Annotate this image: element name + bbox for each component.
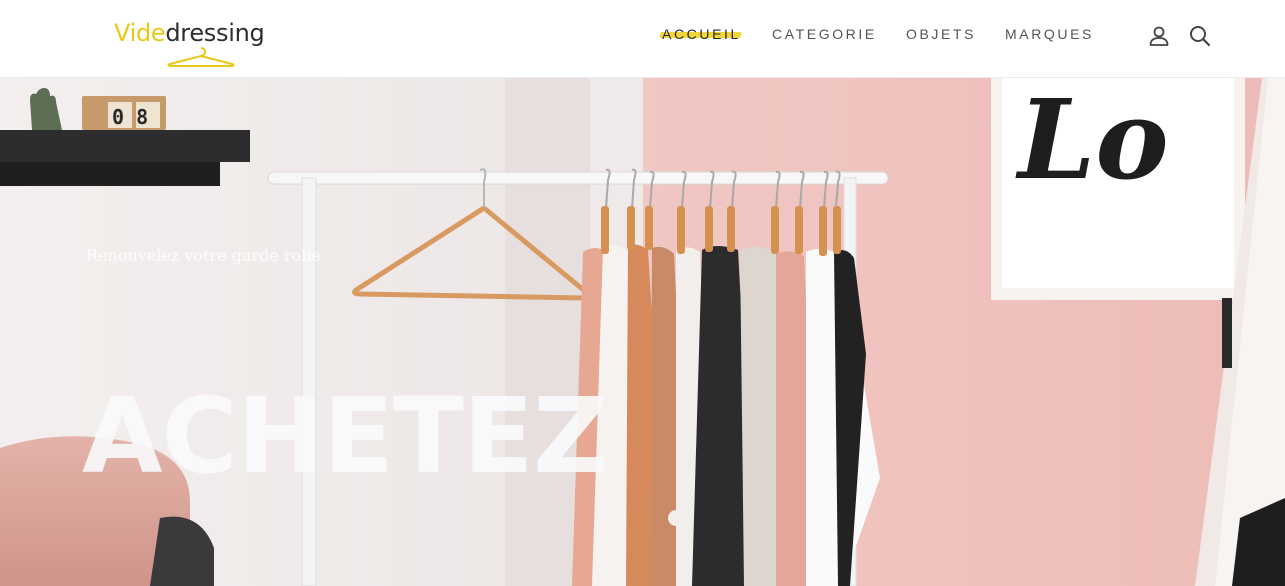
logo-vide: Vide [114, 19, 166, 47]
site-header: Videdressing ACCUEIL CATEGORIE OBJETS MA… [0, 0, 1285, 78]
nav-item-categorie[interactable]: CATEGORIE [772, 26, 877, 42]
nav-item-marques[interactable]: MARQUES [1005, 26, 1094, 42]
hanger-logo-icon [167, 47, 235, 67]
user-icon[interactable] [1147, 24, 1171, 48]
calendar-text: 0 8 [112, 105, 148, 129]
nav-label: OBJETS [906, 26, 977, 42]
nav-label: MARQUES [1005, 26, 1094, 42]
nav-label: CATEGORIE [772, 26, 877, 42]
hero-title: ACHETEZ [82, 375, 608, 497]
search-icon[interactable] [1188, 24, 1212, 48]
nav-item-accueil[interactable]: ACCUEIL [662, 26, 741, 42]
nav-item-objets[interactable]: OBJETS [906, 26, 976, 42]
logo-wordmark: Videdressing [114, 18, 274, 48]
wall-art-text: Lo [1015, 78, 1169, 204]
site-logo[interactable]: Videdressing [114, 18, 274, 68]
logo-dressing: dressing [165, 19, 265, 47]
nav-label: ACCUEIL [662, 26, 741, 42]
hero-background-image: 0 8 Lo [0, 78, 1285, 586]
hero-banner: 0 8 Lo Renouvelez votre garde robe ACHET… [0, 78, 1285, 586]
hero-tagline: Renouvelez votre garde robe [86, 246, 321, 265]
